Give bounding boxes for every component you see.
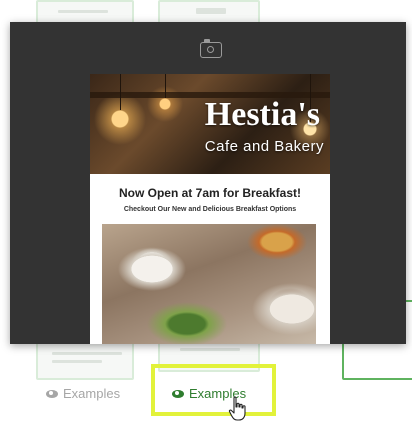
examples-link-1[interactable]: Examples <box>46 386 120 401</box>
email-subheadline: Checkout Our New and Delicious Breakfast… <box>123 206 297 213</box>
card-line <box>180 348 240 351</box>
lamp-cord <box>120 74 121 110</box>
hero-image: Hestia's Cafe and Bakery <box>90 74 330 174</box>
template-preview-overlay: Hestia's Cafe and Bakery Now Open at 7am… <box>10 22 406 344</box>
card-line <box>52 352 122 355</box>
brand-subtitle: Cafe and Bakery <box>204 138 324 155</box>
card-line <box>52 360 102 363</box>
email-preview: Hestia's Cafe and Bakery Now Open at 7am… <box>90 74 330 344</box>
brand-title: Hestia's <box>204 96 320 133</box>
email-headline: Now Open at 7am for Breakfast! <box>118 186 302 200</box>
card-line <box>58 10 108 13</box>
card-line <box>196 8 226 14</box>
eye-icon <box>172 389 184 398</box>
camera-icon[interactable] <box>200 39 222 58</box>
eye-icon <box>46 389 58 398</box>
hand-cursor-icon <box>228 396 246 421</box>
examples-label: Examples <box>63 386 121 401</box>
lamp-cord <box>165 74 166 98</box>
breakfast-photo <box>102 224 316 344</box>
